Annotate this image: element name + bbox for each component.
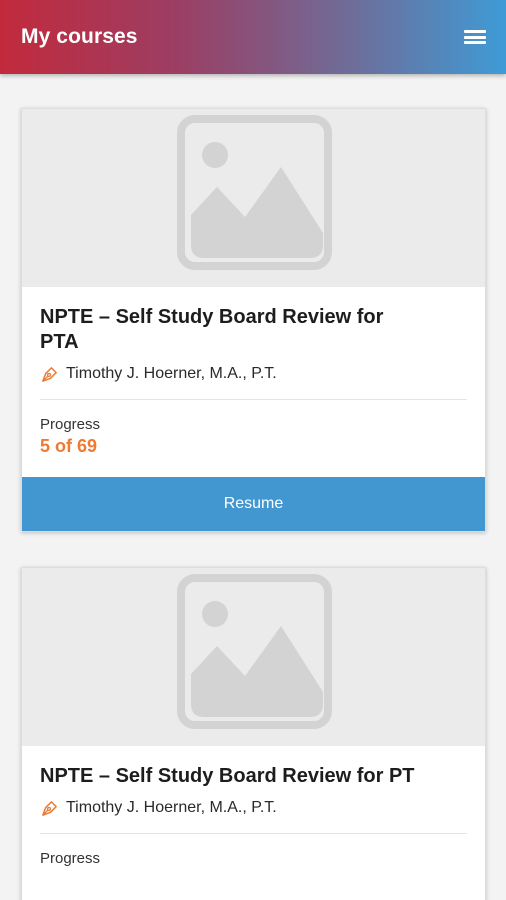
course-list: NPTE – Self Study Board Review for PTA T… — [0, 74, 506, 900]
image-placeholder-icon — [177, 574, 332, 729]
course-title: NPTE – Self Study Board Review for PTA — [40, 306, 384, 353]
progress-label: Progress — [40, 850, 101, 867]
divider — [40, 833, 467, 834]
hamburger-menu-icon[interactable] — [464, 28, 486, 46]
course-info: NPTE – Self Study Board Review for PTA T… — [22, 287, 485, 457]
pen-nib-icon — [42, 366, 57, 382]
course-image-placeholder — [22, 109, 485, 287]
course-card[interactable]: NPTE – Self Study Board Review for PT Ti… — [21, 567, 486, 900]
resume-button[interactable]: Resume — [22, 477, 485, 531]
author-row: Timothy J. Hoerner, M.A., P.T. — [40, 363, 467, 385]
author-row: Timothy J. Hoerner, M.A., P.T. — [40, 797, 467, 819]
page-title: My courses — [21, 25, 138, 48]
author-name: Timothy J. Hoerner, M.A., P.T. — [66, 799, 277, 816]
progress-value: 5 of 69 — [40, 436, 98, 456]
course-image-placeholder — [22, 568, 485, 746]
course-info: NPTE – Self Study Board Review for PT Ti… — [22, 746, 485, 867]
author-name: Timothy J. Hoerner, M.A., P.T. — [66, 365, 277, 382]
course-title: NPTE – Self Study Board Review for PT — [40, 765, 415, 787]
pen-nib-icon — [42, 800, 57, 816]
divider — [40, 399, 467, 400]
progress-label: Progress — [40, 416, 101, 433]
course-card[interactable]: NPTE – Self Study Board Review for PTA T… — [21, 108, 486, 532]
image-placeholder-icon — [177, 115, 332, 270]
app-bar: My courses — [0, 0, 506, 74]
